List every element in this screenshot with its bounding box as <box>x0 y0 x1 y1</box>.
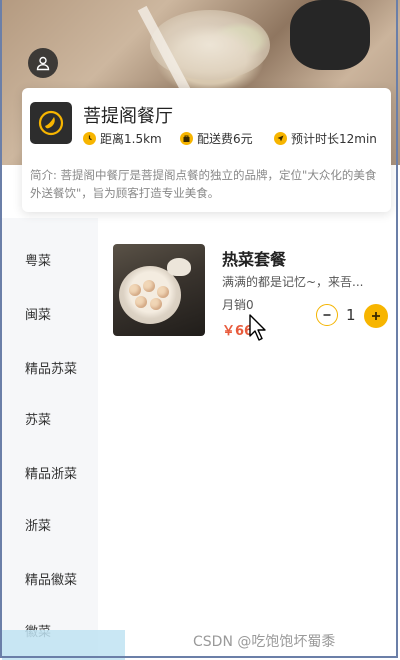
dish-title: 热菜套餐 <box>222 250 287 269</box>
bag-icon <box>180 131 193 145</box>
minus-icon <box>323 314 331 316</box>
dumpling <box>157 286 169 298</box>
clock-icon <box>83 131 96 145</box>
distance-info: 距离1.5km <box>83 129 162 147</box>
location-arrow-icon <box>274 131 287 145</box>
decrease-quantity-button[interactable] <box>316 304 338 326</box>
dish-description: 满满的都是记忆~，来吾... <box>222 275 364 289</box>
tea-cup <box>167 258 191 276</box>
dumpling <box>135 296 147 308</box>
distance-text: 距离1.5km <box>100 131 162 146</box>
category-item-min[interactable]: 闽菜 <box>25 304 51 323</box>
shop-intro: 简介: 菩提阁中餐厅是菩提阁点餐的独立的品牌，定位"大众化的美食外送餐饮"，旨为… <box>30 168 377 200</box>
banner-dark-decoration <box>290 0 370 70</box>
dumpling <box>129 284 141 296</box>
watermark-text: CSDN @吃饱饱坏蜀黍 <box>193 634 336 650</box>
category-item-premium-hui[interactable]: 精品徽菜 <box>25 569 77 588</box>
category-item-premium-su[interactable]: 精品苏菜 <box>25 358 77 377</box>
dumpling <box>150 298 162 310</box>
category-item-zhe[interactable]: 浙菜 <box>25 515 51 534</box>
shop-name: 菩提阁餐厅 <box>83 106 173 127</box>
quantity-value: 1 <box>346 306 356 324</box>
eta-text: 预计时长12min <box>291 131 377 146</box>
dumpling <box>143 280 155 292</box>
eta-info: 预计时长12min <box>274 129 377 147</box>
plus-icon <box>372 312 380 320</box>
increase-quantity-button[interactable] <box>364 304 388 328</box>
shop-info-card: 菩提阁餐厅 距离1.5km 配送费6元 预计时长12min 简介: 菩提阁中餐厅… <box>22 88 391 212</box>
banner-bowl-decoration <box>150 10 270 80</box>
category-item-yue[interactable]: 粤菜 <box>25 250 51 269</box>
scroll-overlay-strip <box>2 630 125 660</box>
mouse-pointer-icon <box>249 314 266 341</box>
restaurant-logo-icon <box>30 102 72 144</box>
dish-image[interactable] <box>113 244 205 336</box>
delivery-fee-text: 配送费6元 <box>197 131 253 146</box>
user-avatar-button[interactable] <box>28 48 58 78</box>
delivery-fee-info: 配送费6元 <box>180 129 253 147</box>
dish-monthly-sales: 月销0 <box>222 298 254 312</box>
category-item-premium-zhe[interactable]: 精品浙菜 <box>25 463 77 482</box>
user-icon <box>36 56 50 71</box>
category-item-su[interactable]: 苏菜 <box>25 409 51 428</box>
category-sidebar: 粤菜 闽菜 精品苏菜 苏菜 精品浙菜 浙菜 精品徽菜 徽菜 <box>2 218 98 660</box>
